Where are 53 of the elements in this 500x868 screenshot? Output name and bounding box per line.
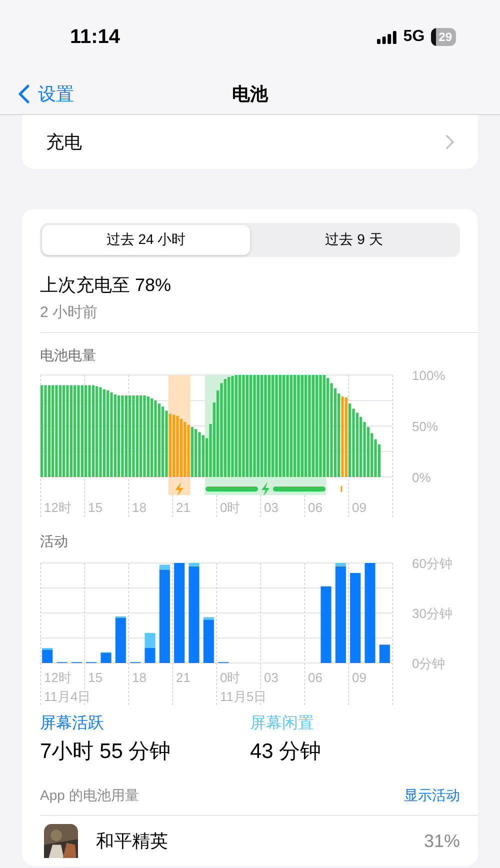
axis-label: 0时 — [220, 500, 240, 515]
date-label: 11月4日 — [44, 689, 91, 704]
axis-label: 30分钟 — [412, 606, 452, 621]
axis-label: 18 — [132, 500, 146, 515]
axis-label: 60分钟 — [412, 556, 452, 571]
section-header: App 的电池用量 — [40, 787, 139, 805]
axis-label: 18 — [132, 670, 146, 685]
axis-label: 09 — [352, 500, 366, 515]
battery-indicator: 29 — [430, 28, 456, 46]
back-button[interactable]: 设置 — [14, 80, 78, 108]
activity-bar — [379, 644, 390, 663]
network-label: 5G — [403, 28, 425, 46]
stat-label: 屏幕闲置 — [250, 714, 315, 734]
chart-title: 活动 — [40, 533, 69, 551]
chevron-left-icon — [18, 84, 30, 104]
axis-label: 06 — [308, 670, 322, 685]
chevron-right-icon — [446, 135, 454, 149]
activity-bar — [144, 648, 156, 663]
bolt-icon — [175, 482, 184, 496]
axis-label: 03 — [264, 670, 278, 685]
axis-label: 0时 — [220, 670, 240, 685]
axis-label: 21 — [176, 500, 190, 515]
stat-value: 7小时 55 分钟 — [40, 739, 172, 765]
axis-label: 12时 — [44, 500, 72, 515]
axis-label: 15 — [88, 500, 102, 515]
signal-icon — [377, 30, 398, 44]
chart-title: 电池电量 — [40, 347, 97, 365]
charging-tick — [340, 486, 342, 492]
axis-label: 03 — [264, 500, 278, 515]
axis-label: 21 — [176, 670, 190, 685]
last-charge-text: 上次充电至 78% — [40, 274, 172, 297]
app-icon — [44, 824, 78, 858]
last-charge-time: 2 小时前 — [40, 303, 99, 322]
axis-label: 100% — [412, 369, 446, 383]
axis-label: 15 — [88, 670, 102, 685]
charging-row[interactable]: 充电 — [22, 115, 478, 169]
axis-label: 09 — [352, 670, 366, 685]
app-row[interactable]: 和平精英 31% — [40, 816, 478, 866]
activity-bar — [144, 633, 156, 648]
axis-label: 0分钟 — [412, 656, 446, 671]
range-tab[interactable]: 过去 24 小时 — [42, 225, 250, 255]
status-time: 11:14 — [70, 26, 120, 48]
bolt-icon — [262, 482, 270, 496]
axis-label: 50% — [412, 419, 438, 434]
axis-label: 06 — [308, 500, 322, 515]
range-tab[interactable]: 过去 9 天 — [250, 225, 458, 255]
axis-label: 12时 — [44, 670, 72, 685]
show-activity-link[interactable]: 显示活动 — [404, 787, 460, 805]
stat-label: 屏幕活跃 — [40, 714, 105, 734]
page-title: 电池 — [232, 83, 268, 106]
stat-value: 43 分钟 — [250, 739, 322, 765]
axis-label: 0% — [412, 470, 431, 485]
date-label: 11月5日 — [220, 689, 267, 704]
